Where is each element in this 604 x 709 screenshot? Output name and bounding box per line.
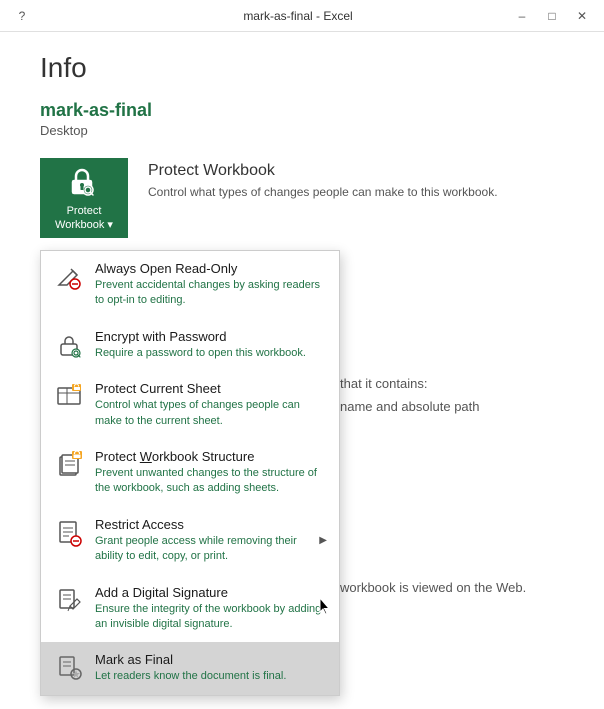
protect-current-sheet-text: Protect Current Sheet Control what types… [95, 381, 327, 429]
encrypt-with-password-icon [53, 329, 85, 361]
menu-item-always-open-read-only[interactable]: Always Open Read-Only Prevent accidental… [41, 251, 339, 319]
protect-info: Protect Workbook Control what types of c… [148, 158, 498, 201]
mark-as-final-desc: Let readers know the document is final. [95, 669, 327, 684]
window-controls: – □ ✕ [508, 2, 596, 30]
always-open-read-only-text: Always Open Read-Only Prevent accidental… [95, 261, 327, 309]
protect-workbook-structure-desc: Prevent unwanted changes to the structur… [95, 466, 327, 497]
always-open-read-only-desc: Prevent accidental changes by asking rea… [95, 278, 327, 309]
info-text-right: that it contains: name and absolute path [340, 372, 480, 419]
menu-item-protect-current-sheet[interactable]: Protect Current Sheet Control what types… [41, 371, 339, 439]
file-location: Desktop [40, 123, 564, 138]
add-digital-signature-title: Add a Digital Signature [95, 585, 327, 600]
close-button[interactable]: ✕ [568, 2, 596, 30]
main-content: Info mark-as-final Desktop [0, 32, 604, 282]
title-bar: ? mark-as-final - Excel – □ ✕ [0, 0, 604, 32]
protect-current-sheet-icon [53, 381, 85, 413]
protect-workbook-button[interactable]: ProtectWorkbook ▾ [40, 158, 128, 238]
restrict-access-title: Restrict Access [95, 517, 315, 532]
menu-item-add-digital-signature[interactable]: Add a Digital Signature Ensure the integ… [41, 575, 339, 643]
restrict-access-desc: Grant people access while removing their… [95, 534, 315, 565]
add-digital-signature-icon [53, 585, 85, 617]
menu-item-mark-as-final[interactable]: Mark as Final Let readers know the docum… [41, 642, 339, 694]
protect-current-sheet-title: Protect Current Sheet [95, 381, 327, 396]
menu-item-restrict-access[interactable]: Restrict Access Grant people access whil… [41, 507, 339, 575]
menu-item-protect-workbook-structure[interactable]: Protect Workbook Structure Prevent unwan… [41, 439, 339, 507]
maximize-button[interactable]: □ [538, 2, 566, 30]
protect-workbook-section: ProtectWorkbook ▾ Protect Workbook Contr… [40, 158, 564, 238]
protect-dropdown-menu: Always Open Read-Only Prevent accidental… [40, 250, 340, 696]
protect-workbook-structure-text: Protect Workbook Structure Prevent unwan… [95, 449, 327, 497]
menu-item-encrypt-with-password[interactable]: Encrypt with Password Require a password… [41, 319, 339, 371]
minimize-button[interactable]: – [508, 2, 536, 30]
restrict-access-arrow: ▶ [319, 535, 327, 546]
info-line-1: that it contains: [340, 372, 480, 395]
protect-workbook-structure-icon [53, 449, 85, 481]
restrict-access-icon [53, 517, 85, 549]
mark-as-final-title: Mark as Final [95, 652, 327, 667]
protect-workbook-icon [66, 164, 102, 200]
web-text: workbook is viewed on the Web. [340, 580, 526, 595]
mouse-cursor [318, 596, 330, 614]
add-digital-signature-desc: Ensure the integrity of the workbook by … [95, 602, 327, 633]
protect-current-sheet-desc: Control what types of changes people can… [95, 398, 327, 429]
always-open-read-only-icon [53, 261, 85, 293]
encrypt-with-password-desc: Require a password to open this workbook… [95, 346, 327, 361]
add-digital-signature-text: Add a Digital Signature Ensure the integ… [95, 585, 327, 633]
encrypt-with-password-text: Encrypt with Password Require a password… [95, 329, 327, 361]
protect-workbook-label: ProtectWorkbook ▾ [55, 204, 113, 233]
always-open-read-only-title: Always Open Read-Only [95, 261, 327, 276]
restrict-access-text: Restrict Access Grant people access whil… [95, 517, 315, 565]
file-name: mark-as-final [40, 100, 564, 121]
help-button[interactable]: ? [8, 2, 36, 30]
protect-info-title: Protect Workbook [148, 162, 498, 180]
protect-info-desc: Control what types of changes people can… [148, 184, 498, 201]
protect-workbook-structure-title: Protect Workbook Structure [95, 449, 327, 464]
mark-as-final-text: Mark as Final Let readers know the docum… [95, 652, 327, 684]
info-line-2: name and absolute path [340, 395, 480, 418]
encrypt-with-password-title: Encrypt with Password [95, 329, 327, 344]
mark-as-final-icon [53, 652, 85, 684]
page-title: Info [40, 52, 564, 84]
window-title: mark-as-final - Excel [88, 9, 508, 23]
